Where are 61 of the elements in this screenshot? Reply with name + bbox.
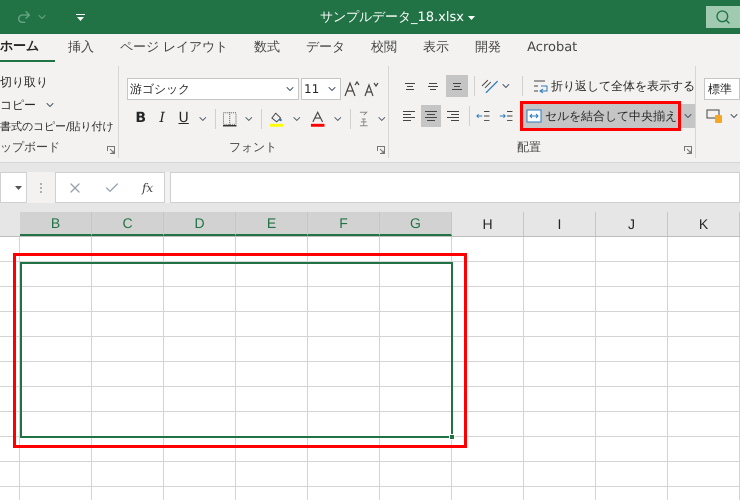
cut-button[interactable]: 切り取り <box>0 73 48 91</box>
ribbon-tab[interactable]: Acrobat <box>514 34 590 62</box>
top-align-icon <box>404 82 415 90</box>
ribbon-tab[interactable]: 挿入 <box>55 34 107 62</box>
ribbon-tab[interactable]: 数式 <box>241 34 294 62</box>
underline-button[interactable]: U <box>176 108 192 129</box>
format-painter-button[interactable]: 書式のコピー/貼り付け <box>0 119 114 136</box>
merge-center-button[interactable]: セルを結合して中央揃え <box>522 104 681 128</box>
right-align-icon <box>446 111 459 121</box>
bottom-align-icon <box>452 82 462 90</box>
fill-color-icon[interactable] <box>268 110 286 128</box>
group-label: ップボード <box>0 139 60 156</box>
middle-align-icon <box>428 82 438 90</box>
column-header[interactable]: H <box>452 212 524 236</box>
caret-icon[interactable] <box>468 16 475 20</box>
shrink-font-icon[interactable] <box>363 80 379 98</box>
customize-toolbar-icon[interactable] <box>76 14 85 20</box>
column-header[interactable]: D <box>164 212 236 236</box>
column-header[interactable]: G <box>380 212 452 236</box>
group-label: 配置 <box>517 139 541 156</box>
grow-font-icon[interactable] <box>343 80 361 98</box>
dialog-launcher-icon[interactable] <box>377 146 385 154</box>
ribbon-tab[interactable]: 表示 <box>410 34 462 62</box>
caret-icon[interactable] <box>15 186 22 190</box>
wrap-text-icon <box>532 78 549 94</box>
ribbon-tab[interactable]: 校閲 <box>358 34 410 62</box>
dialog-launcher-icon[interactable] <box>684 146 692 154</box>
search-icon <box>715 9 731 25</box>
copy-button[interactable]: コピー <box>0 96 36 114</box>
font-name-field[interactable]: 游ゴシック <box>127 78 299 100</box>
merge-cells-icon <box>526 109 542 123</box>
insert-function-button[interactable]: fx <box>142 178 154 196</box>
wrap-text-button[interactable]: 折り返して全体を表示する <box>532 77 695 95</box>
left-align-icon <box>402 111 415 121</box>
group-label: フォント <box>229 139 277 156</box>
ribbon-tab[interactable]: 開発 <box>462 34 514 62</box>
ribbon-tab[interactable]: ページ レイアウト <box>107 34 242 62</box>
column-header[interactable]: B <box>20 212 92 236</box>
italic-button[interactable]: I <box>154 108 170 129</box>
font-color-icon[interactable] <box>308 110 326 128</box>
column-header[interactable]: K <box>668 212 740 236</box>
vertical-align-button[interactable] <box>446 75 468 97</box>
column-header[interactable]: I <box>524 212 596 236</box>
font-size-field[interactable]: 11 <box>301 78 341 100</box>
bold-button[interactable]: B <box>133 108 148 129</box>
formula-input[interactable] <box>170 172 740 203</box>
horizontal-align-button[interactable] <box>420 105 441 127</box>
column-header[interactable]: F <box>308 212 380 236</box>
decrease-indent-icon[interactable] <box>475 108 492 124</box>
ribbon-tab[interactable]: データ <box>293 34 358 62</box>
text-orientation-icon[interactable] <box>480 78 498 94</box>
window-title: サンプルデータ_18.xlsx <box>320 9 464 27</box>
borders-icon[interactable] <box>222 110 238 126</box>
column-header[interactable]: J <box>596 212 668 236</box>
column-header[interactable]: C <box>92 212 164 236</box>
center-align-icon <box>424 111 437 121</box>
column-header[interactable]: E <box>236 212 308 236</box>
search-button[interactable] <box>706 6 740 28</box>
increase-indent-icon[interactable] <box>498 108 514 124</box>
dialog-launcher-icon[interactable] <box>107 146 115 154</box>
number-format-field[interactable]: 標準 <box>704 78 740 100</box>
